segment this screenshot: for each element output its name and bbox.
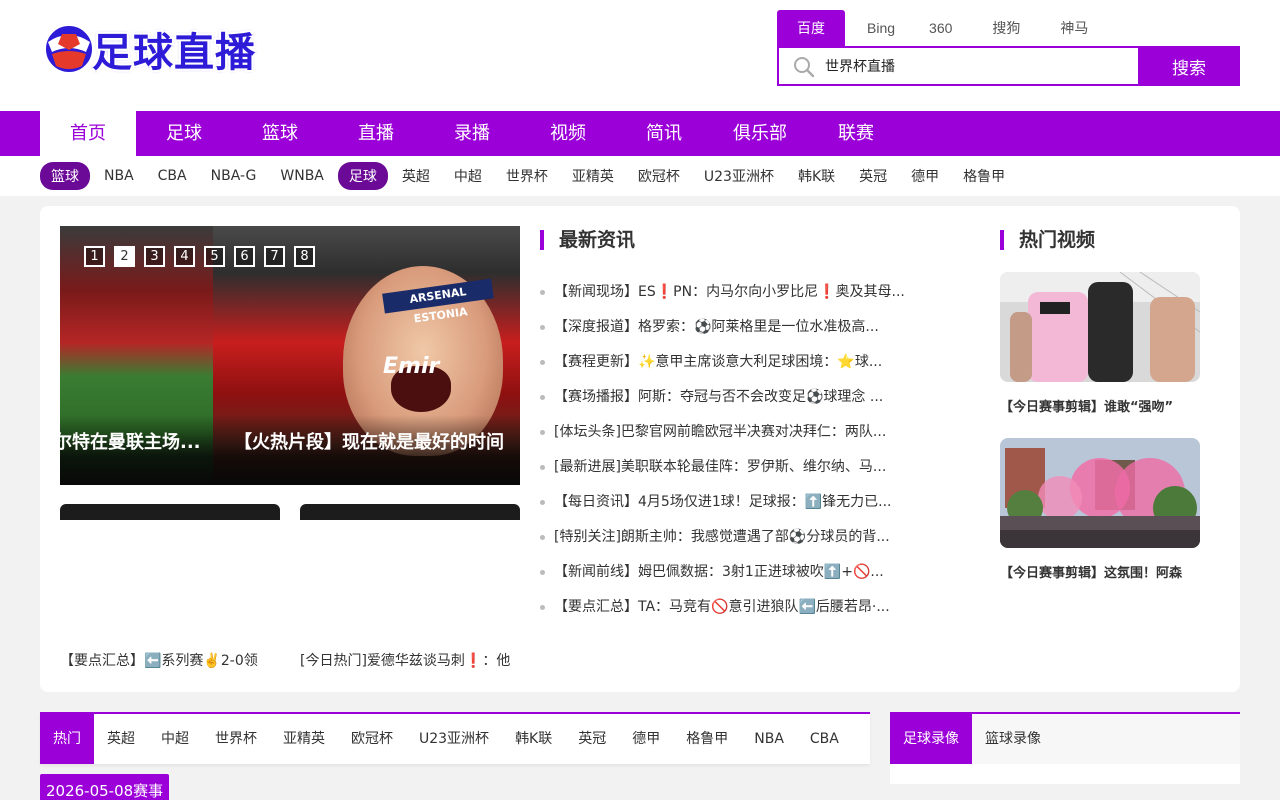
nav-item-home[interactable]: 首页 (40, 111, 136, 156)
schedule-tab[interactable]: 中超 (148, 714, 202, 764)
thumbnail-caption-right[interactable]: [今日热门]爱德华兹谈马刺❗：他 (300, 650, 520, 670)
search-engine-sogou[interactable]: 搜狗 (972, 10, 1040, 46)
news-item[interactable]: [体坛头条]巴黎官网前瞻欧冠半决赛对决拜仁：两队... (540, 416, 920, 451)
site-logo-text: 足球直播 (92, 30, 256, 76)
sub-nav: 篮球 NBA CBA NBA-G WNBA 足球 英超 中超 世界杯 亚精英 欧… (0, 156, 1280, 196)
nav-item-replay[interactable]: 录播 (424, 111, 520, 156)
subnav-link[interactable]: U23亚洲杯 (704, 166, 774, 186)
news-item[interactable]: 【深度报道】格罗索：⚽阿莱格里是一位水准极高... (540, 311, 920, 346)
slider-dot[interactable]: 8 (294, 246, 315, 267)
schedule-tab[interactable]: 格鲁甲 (673, 714, 741, 764)
schedule-tabs: 热门 英超 中超 世界杯 亚精英 欧冠杯 U23亚洲杯 韩K联 英冠 德甲 格鲁… (40, 712, 870, 764)
subnav-link[interactable]: WNBA (280, 168, 324, 184)
nav-item-clubs[interactable]: 俱乐部 (712, 111, 808, 156)
nav-item-live[interactable]: 直播 (328, 111, 424, 156)
schedule-tab[interactable]: 欧冠杯 (338, 714, 406, 764)
site-logo[interactable]: 足球直播 (42, 20, 268, 78)
search-engine-tabs: 百度 Bing 360 搜狗 神马 (777, 10, 1108, 46)
hot-videos-title: 热门视频 (1000, 230, 1095, 250)
schedule-tab[interactable]: CBA (797, 714, 852, 764)
slider-dot[interactable]: 4 (174, 246, 195, 267)
replay-panel (890, 764, 1240, 784)
slider-dot[interactable]: 5 (204, 246, 225, 267)
schedule-tab[interactable]: 英超 (94, 714, 148, 764)
schedule-tab[interactable]: 亚精英 (270, 714, 338, 764)
search-engine-360[interactable]: 360 (909, 10, 972, 46)
subnav-link[interactable]: NBA (104, 168, 134, 184)
slider-dot[interactable]: 6 (234, 246, 255, 267)
thumbnail-left[interactable] (60, 504, 280, 520)
subnav-link[interactable]: 中超 (454, 166, 482, 186)
search-engine-baidu[interactable]: 百度 (777, 10, 845, 46)
subnav-link[interactable]: 英超 (402, 166, 430, 186)
subnav-link[interactable]: 亚精英 (572, 166, 614, 186)
football-logo-icon (42, 22, 96, 76)
search-engine-bing[interactable]: Bing (845, 10, 909, 46)
latest-news-title: 最新资讯 (540, 230, 635, 250)
slider-pagination: 1 2 3 4 5 6 7 8 (84, 246, 324, 267)
schedule-tab[interactable]: 英冠 (565, 714, 619, 764)
news-item[interactable]: [特别关注]朗斯主帅：我感觉遭遇了部⚽分球员的背... (540, 521, 920, 556)
nav-item-basketball[interactable]: 篮球 (232, 111, 328, 156)
search-engine-shenma[interactable]: 神马 (1040, 10, 1108, 46)
news-item[interactable]: [最新进展]美职联本轮最佳阵：罗伊斯、维尔纳、马... (540, 451, 920, 486)
subnav-link[interactable]: 欧冠杯 (638, 166, 680, 186)
video-thumbnail[interactable] (1000, 272, 1200, 382)
subnav-football-badge[interactable]: 足球 (337, 162, 388, 190)
schedule-tab[interactable]: NBA (741, 714, 797, 764)
news-item[interactable]: 【赛程更新】✨意甲主席谈意大利足球困境：⭐球... (540, 346, 920, 381)
search-button[interactable]: 搜索 (1138, 46, 1240, 86)
slide-shirt-text: Emir (383, 354, 440, 379)
schedule-tab[interactable]: U23亚洲杯 (406, 714, 502, 764)
tab-football-replay[interactable]: 足球录像 (890, 714, 972, 764)
subnav-link[interactable]: NBA-G (211, 168, 257, 184)
slider-dot[interactable]: 7 (264, 246, 285, 267)
search-icon (793, 56, 815, 78)
tab-basketball-replay[interactable]: 篮球录像 (972, 714, 1054, 764)
thumbnail-right[interactable] (300, 504, 520, 520)
slide-caption-right[interactable]: 【火热片段】现在就是最好的时间 (234, 428, 520, 454)
video-caption[interactable]: 【今日赛事剪辑】谁敢“强吻” (1000, 396, 1200, 415)
nav-item-leagues[interactable]: 联赛 (808, 111, 904, 156)
slide-caption-left[interactable]: 尔特在曼联主场... (60, 428, 213, 454)
news-item[interactable]: 【新闻前线】姆巴佩数据：3射1正进球被吹⬆️+🚫... (540, 556, 920, 591)
news-item[interactable]: 【每日资讯】4月5场仅进1球！足球报：⬆️锋无力已... (540, 486, 920, 521)
subnav-basketball-badge[interactable]: 篮球 (40, 162, 90, 190)
subnav-link[interactable]: 英冠 (859, 166, 887, 186)
thumbnail-caption-left[interactable]: 【要点汇总】⬅️系列赛✌️2-0领 (60, 650, 275, 670)
video-card[interactable]: 【今日赛事剪辑】这氛围！阿森 (1000, 438, 1200, 581)
schedule-tab[interactable]: 德甲 (619, 714, 673, 764)
video-thumbnail[interactable] (1000, 438, 1200, 548)
slider-dot[interactable]: 1 (84, 246, 105, 267)
nav-item-video[interactable]: 视频 (520, 111, 616, 156)
search-input[interactable] (825, 48, 1135, 84)
nav-item-football[interactable]: 足球 (136, 111, 232, 156)
schedule-tab[interactable]: 韩K联 (502, 714, 565, 764)
slider-dot[interactable]: 3 (144, 246, 165, 267)
video-caption[interactable]: 【今日赛事剪辑】这氛围！阿森 (1000, 562, 1200, 581)
subnav-link[interactable]: 世界杯 (506, 166, 548, 186)
main-nav: 首页 足球 篮球 直播 录播 视频 简讯 俱乐部 联赛 (0, 111, 1280, 156)
news-item[interactable]: 【赛场播报】阿斯：夺冠与否不会改变足⚽球理念 ... (540, 381, 920, 416)
subnav-link[interactable]: 德甲 (911, 166, 939, 186)
subnav-link[interactable]: 格鲁甲 (963, 166, 1005, 186)
main-content-card: ARSENAL ESTONIA Emir 尔特在曼联主场... 【火热片段】现在… (40, 206, 1240, 692)
latest-news-list: 【新闻现场】ES❗PN：内马尔向小罗比尼❗奥及其母... 【深度报道】格罗索：⚽… (540, 276, 920, 626)
slider-dot-active[interactable]: 2 (114, 246, 135, 267)
nav-item-briefs[interactable]: 简讯 (616, 111, 712, 156)
news-item[interactable]: 【新闻现场】ES❗PN：内马尔向小罗比尼❗奥及其母... (540, 276, 920, 311)
subnav-link[interactable]: 韩K联 (798, 166, 835, 186)
image-slider[interactable]: ARSENAL ESTONIA Emir 尔特在曼联主场... 【火热片段】现在… (60, 226, 520, 485)
schedule-tab-hot[interactable]: 热门 (40, 714, 94, 764)
header: 足球直播 百度 Bing 360 搜狗 神马 搜索 (0, 0, 1280, 111)
schedule-tab[interactable]: 世界杯 (202, 714, 270, 764)
news-item[interactable]: 【要点汇总】TA：马竞有🚫意引进狼队⬅️后腰若昂·... (540, 591, 920, 626)
replay-tabs: 足球录像 篮球录像 (890, 712, 1240, 764)
subnav-link[interactable]: CBA (158, 168, 187, 184)
video-card[interactable]: 【今日赛事剪辑】谁敢“强吻” (1000, 272, 1200, 415)
search-box: 搜索 (777, 46, 1240, 86)
schedule-date-tag: 2026-05-08赛事 (40, 774, 170, 800)
